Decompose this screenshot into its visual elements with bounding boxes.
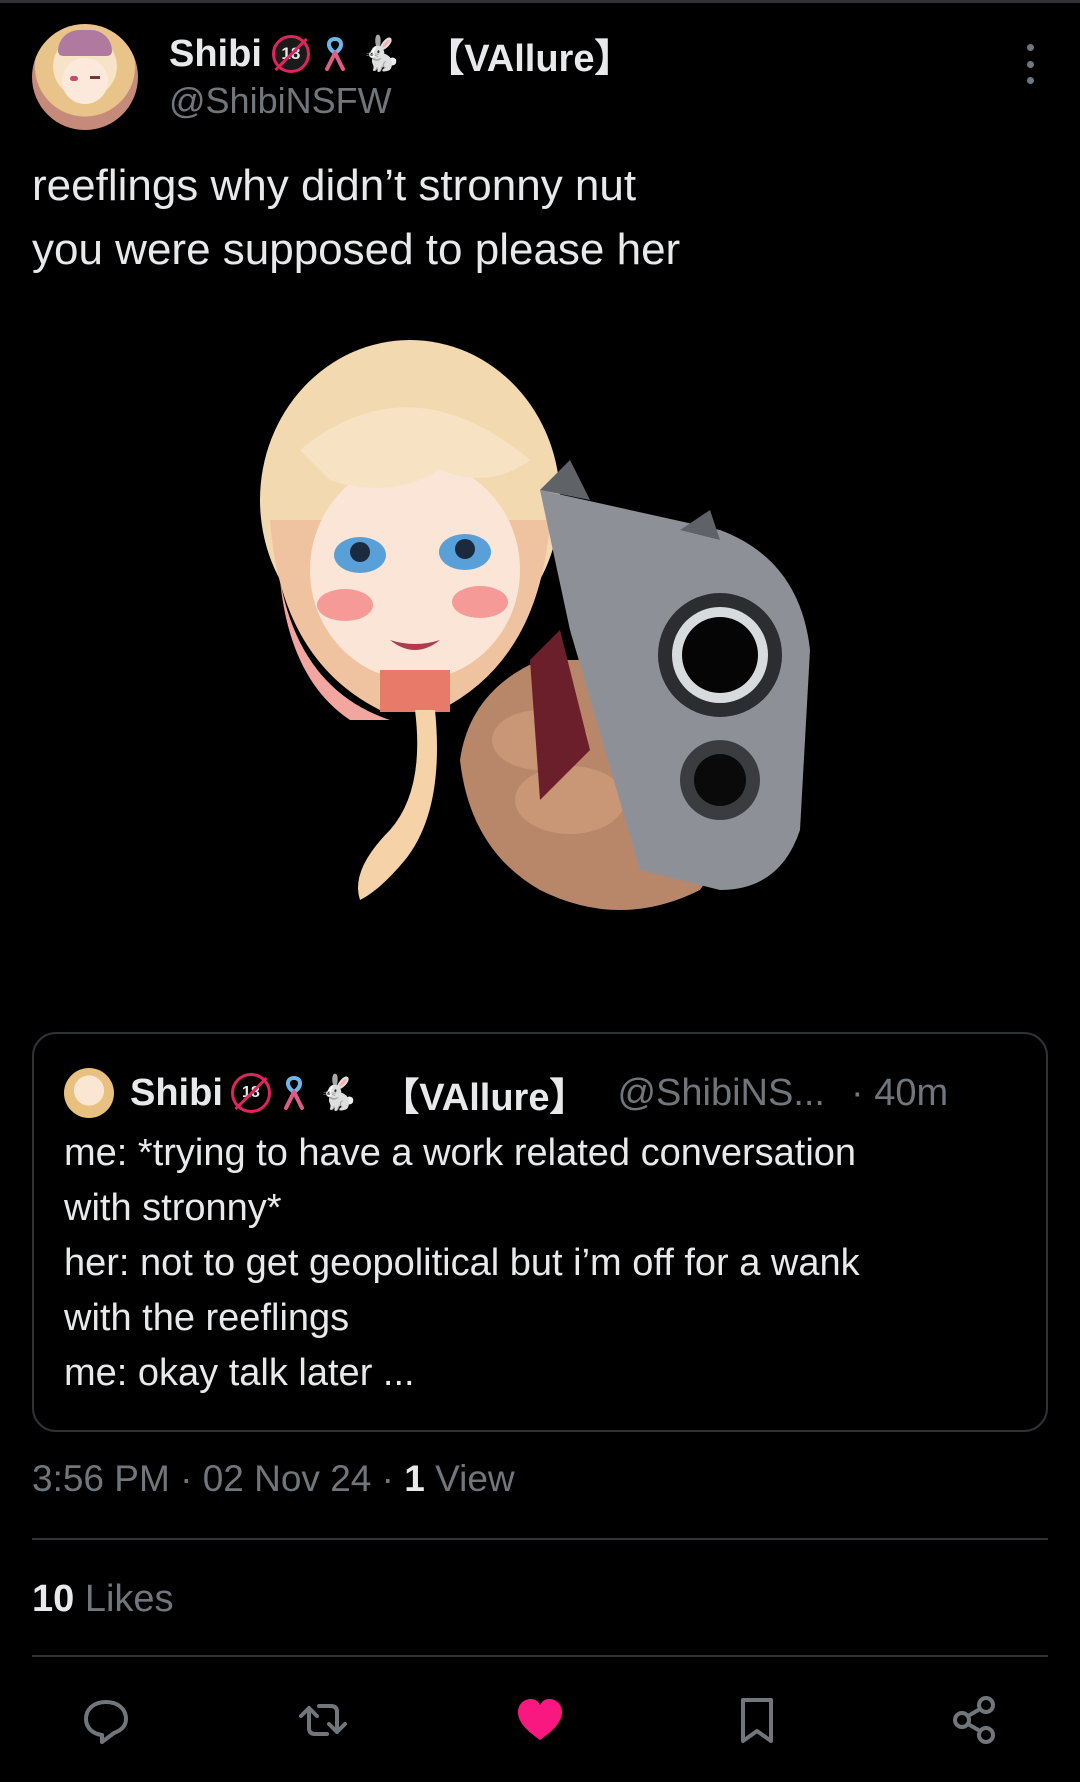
quoted-text-line: me: *trying to have a work related conve… — [64, 1132, 857, 1174]
ribbon-icon — [283, 1075, 304, 1110]
quoted-text: me: *trying to have a work related conve… — [64, 1126, 1024, 1401]
like-button[interactable] — [510, 1690, 570, 1750]
divider — [32, 1655, 1048, 1657]
author-handle[interactable]: @ShibiNSFW — [169, 80, 392, 122]
quoted-tweet[interactable]: Shibi 18 🐇 【VAllure】 @ShibiNS... · 40m m… — [32, 1032, 1048, 1432]
quoted-avatar — [64, 1068, 114, 1118]
quoted-affiliation: 【VAllure】 — [381, 1076, 588, 1119]
quoted-text-line: me: okay talk later ... — [64, 1352, 415, 1394]
reply-icon — [84, 1700, 128, 1744]
divider — [32, 1538, 1048, 1540]
ribbon-icon — [324, 36, 345, 71]
quoted-time: · 40m — [851, 1071, 949, 1114]
repost-icon — [299, 1704, 347, 1736]
bookmark-button[interactable] — [727, 1690, 787, 1750]
quoted-handle: @ShibiNS... — [617, 1071, 825, 1114]
likes-summary[interactable]: 10 Likes — [32, 1578, 174, 1621]
reply-button[interactable] — [76, 1690, 136, 1750]
action-bar — [0, 1690, 1080, 1754]
like-icon — [518, 1699, 562, 1740]
tweet-header: Shibi 18 🐇 【VAllure】 @ShibiNSFW — [32, 24, 1048, 136]
repost-button[interactable] — [293, 1690, 353, 1750]
quoted-text-line: with stronny* — [64, 1187, 282, 1229]
tweet-media-image[interactable] — [240, 330, 920, 1000]
tweet-text-line: reeflings why didn’t stronny nut — [32, 161, 637, 210]
quoted-display-name: Shibi — [130, 1071, 223, 1114]
views-label: View — [435, 1458, 515, 1499]
quoted-text-line: her: not to get geopolitical but i’m off… — [64, 1242, 860, 1284]
affiliation-label: 【VAllure】 — [426, 37, 633, 80]
rabbit-icon: 🐇 — [359, 35, 403, 73]
tweet-time[interactable]: 3:56 PM — [32, 1458, 170, 1499]
likes-label: Likes — [84, 1578, 174, 1620]
tweet-text-line: you were supposed to please her — [32, 225, 681, 274]
bookmark-icon — [741, 1698, 773, 1743]
tweet-date[interactable]: 02 Nov 24 — [203, 1458, 372, 1499]
author-name-row[interactable]: Shibi 18 🐇 【VAllure】 — [169, 28, 632, 80]
quoted-author-row: Shibi 18 🐇 【VAllure】 @ShibiNS... · 40m — [64, 1068, 949, 1119]
tweet-meta: 3:56 PM · 02 Nov 24 · 1 View — [32, 1458, 515, 1499]
top-divider — [0, 0, 1080, 3]
more-options-icon[interactable] — [1020, 44, 1040, 84]
views-count: 1 — [404, 1458, 425, 1499]
avatar[interactable] — [32, 24, 138, 130]
likes-count: 10 — [32, 1578, 75, 1620]
quoted-text-line: with the reeflings — [64, 1297, 350, 1339]
under-18-icon: 18 — [271, 35, 310, 73]
tweet-text: reeflings why didn’t stronny nut you wer… — [32, 154, 1032, 282]
share-icon — [953, 1696, 995, 1744]
under-18-icon: 18 — [230, 1073, 271, 1113]
share-button[interactable] — [944, 1690, 1004, 1750]
rabbit-icon: 🐇 — [316, 1074, 360, 1112]
display-name[interactable]: Shibi — [169, 33, 262, 76]
